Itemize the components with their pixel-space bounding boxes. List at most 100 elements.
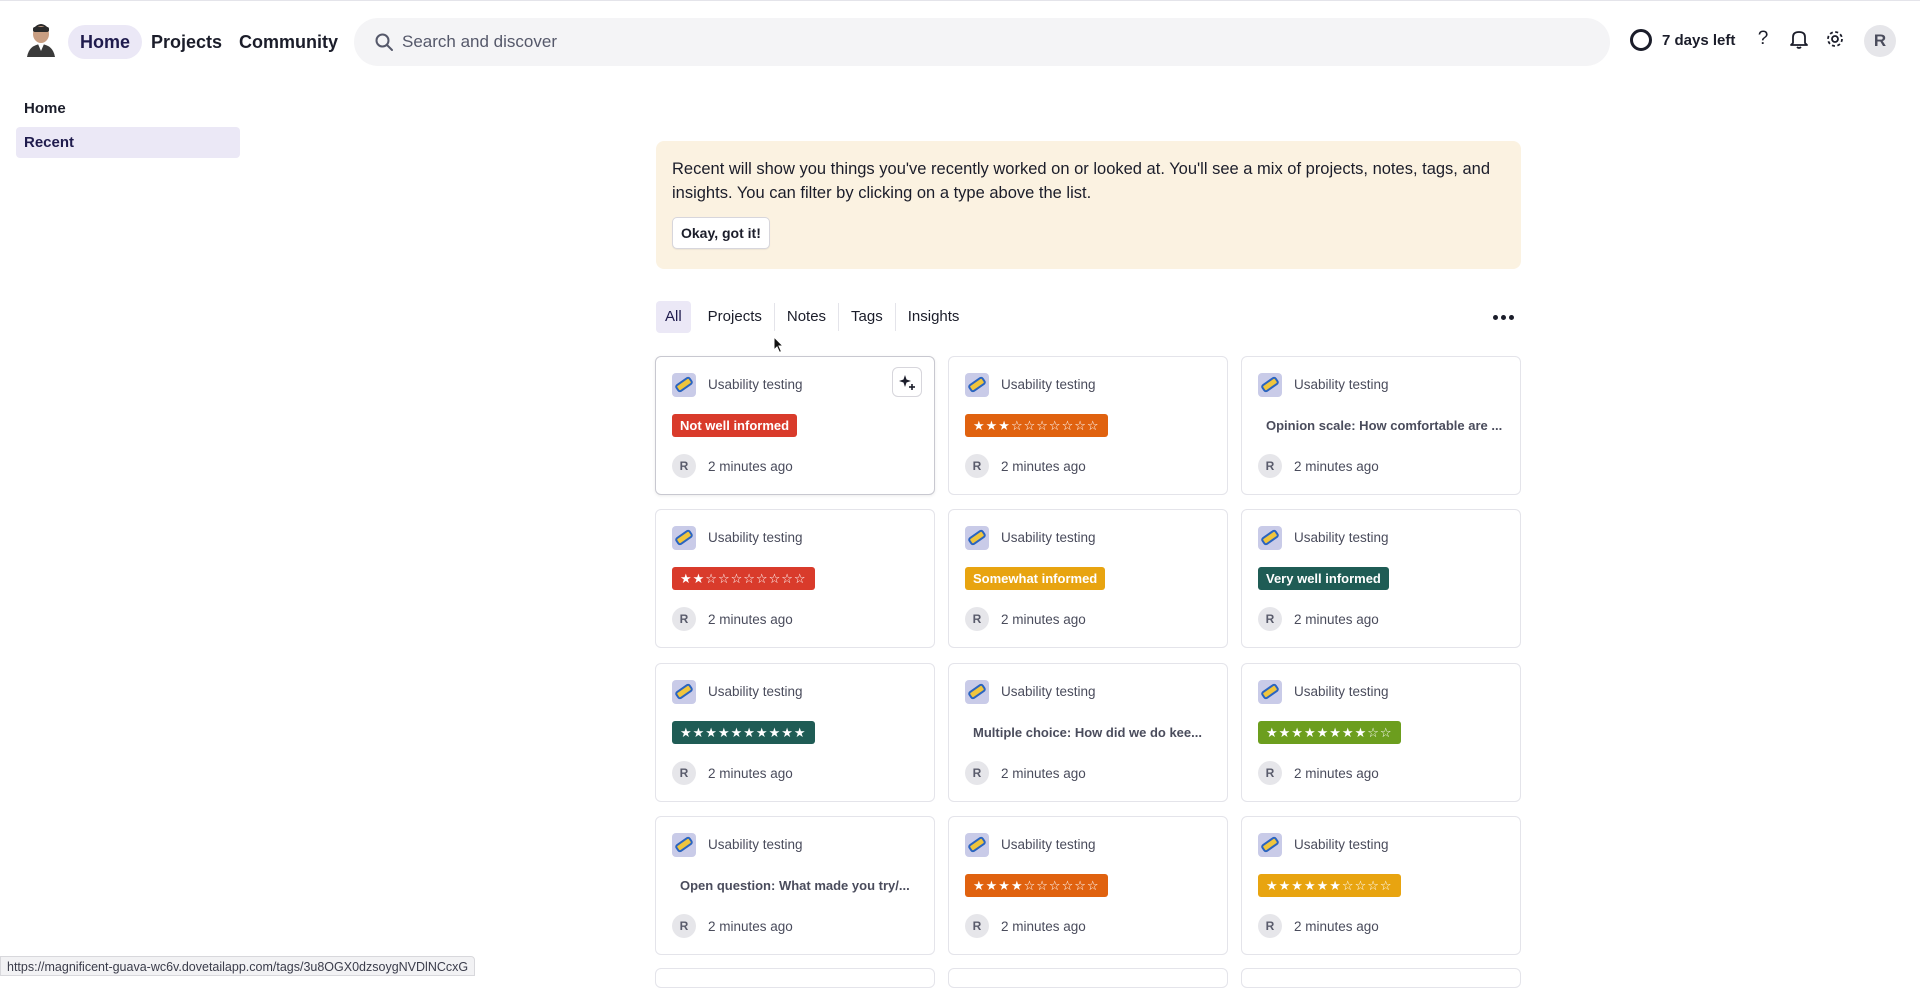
more-horizontal-icon[interactable] [1488, 304, 1518, 330]
timestamp: 2 minutes ago [1294, 612, 1379, 627]
author-avatar: R [965, 454, 989, 478]
tab-divider [773, 303, 775, 331]
timestamp: 2 minutes ago [1001, 459, 1086, 474]
user-avatar[interactable]: R [1864, 25, 1896, 57]
question-text: Multiple choice: How did we do kee... [973, 725, 1202, 740]
project-type-icon [672, 833, 696, 857]
search-bar[interactable] [354, 18, 1610, 66]
question-text: Opinion scale: How comfortable are ... [1266, 418, 1503, 433]
gear-icon[interactable] [1824, 28, 1846, 50]
project-name: Usability testing [1294, 684, 1389, 699]
sparkle-plus-icon[interactable] [892, 367, 922, 397]
list-item[interactable]: Usability testing Open question: What mad… [655, 816, 935, 955]
project-type-icon [1258, 526, 1282, 550]
author-avatar: R [672, 761, 696, 785]
tag-badge[interactable]: ★★☆☆☆☆☆☆☆☆ [672, 567, 815, 590]
workspace-avatar[interactable] [24, 21, 58, 57]
author-avatar: R [1258, 761, 1282, 785]
bell-icon[interactable] [1788, 28, 1810, 50]
author-avatar: R [1258, 914, 1282, 938]
tab-notes[interactable]: Notes [778, 301, 835, 333]
project-name: Usability testing [708, 530, 803, 545]
timestamp: 2 minutes ago [708, 459, 793, 474]
author-avatar: R [1258, 607, 1282, 631]
list-item[interactable]: Usability testing ★★★★☆☆☆☆☆☆ R 2 minutes ag… [948, 816, 1228, 955]
list-item[interactable]: Usability testing ★★☆☆☆☆☆☆☆☆ R 2 minutes ag… [655, 509, 935, 648]
tag-badge[interactable]: Not well informed [672, 414, 798, 437]
author-avatar: R [965, 761, 989, 785]
project-type-icon [1258, 373, 1282, 397]
list-item[interactable]: Usability testing Opinion scale: How comf… [1241, 356, 1521, 495]
tab-insights[interactable]: Insights [899, 301, 969, 333]
timestamp: 2 minutes ago [708, 612, 793, 627]
author-avatar: R [672, 607, 696, 631]
banner-text: Recent will show you things you've recen… [672, 160, 1490, 202]
timestamp: 2 minutes ago [708, 766, 793, 781]
list-item[interactable]: Usability testing ★★★★★★★★★★ R 2 minutes ag… [655, 663, 935, 802]
search-input[interactable] [402, 18, 1582, 66]
progress-ring-icon [1630, 29, 1652, 51]
project-type-icon [1258, 833, 1282, 857]
project-name: Usability testing [1001, 530, 1096, 545]
top-bar: Home Projects Community 7 days left ? R [0, 0, 1920, 80]
list-item[interactable] [948, 968, 1228, 988]
list-item[interactable]: Usability testing Multiple choice: How di… [948, 663, 1228, 802]
nav-home[interactable]: Home [68, 25, 143, 59]
list-item[interactable]: Usability testing Not well informed R 2 min… [655, 356, 935, 495]
project-name: Usability testing [1001, 684, 1096, 699]
timestamp: 2 minutes ago [1294, 459, 1379, 474]
tag-badge[interactable]: ★★★★★★☆☆☆☆ [1258, 874, 1401, 897]
tag-badge[interactable]: ★★★★☆☆☆☆☆☆ [965, 874, 1108, 897]
project-name: Usability testing [1294, 530, 1389, 545]
project-name: Usability testing [1001, 837, 1096, 852]
timestamp: 2 minutes ago [708, 919, 793, 934]
list-item[interactable]: Usability testing Somewhat informed R 2 min… [948, 509, 1228, 648]
tag-badge[interactable]: ★★★★★★★★☆☆ [1258, 721, 1401, 744]
project-name: Usability testing [708, 377, 803, 392]
list-item[interactable]: Usability testing Very well informed R 2 mi… [1241, 509, 1521, 648]
tab-divider [838, 303, 840, 331]
timestamp: 2 minutes ago [1294, 766, 1379, 781]
list-item[interactable]: Usability testing ★★★☆☆☆☆☆☆☆ R 2 minutes ag… [948, 356, 1228, 495]
trial-label: 7 days left [1662, 31, 1736, 49]
help-icon[interactable]: ? [1752, 28, 1774, 50]
sidebar-item-home[interactable]: Home [16, 93, 240, 124]
project-name: Usability testing [1294, 837, 1389, 852]
project-type-icon [672, 526, 696, 550]
tab-divider [894, 303, 896, 331]
project-type-icon [965, 373, 989, 397]
search-icon [374, 32, 394, 52]
project-type-icon [672, 680, 696, 704]
nav-community[interactable]: Community [227, 25, 350, 59]
status-bar-url: https://magnificent-guava-wc6v.dovetaila… [0, 956, 476, 976]
tab-tags[interactable]: Tags [842, 301, 892, 333]
question-text: Open question: What made you try/... [680, 878, 910, 893]
list-item[interactable] [1241, 968, 1521, 988]
list-item[interactable]: Usability testing ★★★★★★★★☆☆ R 2 minutes ag… [1241, 663, 1521, 802]
project-name: Usability testing [1001, 377, 1096, 392]
mouse-cursor-icon [773, 335, 785, 354]
project-type-icon [965, 526, 989, 550]
project-name: Usability testing [708, 684, 803, 699]
author-avatar: R [965, 607, 989, 631]
tag-badge[interactable]: Somewhat informed [965, 567, 1106, 590]
timestamp: 2 minutes ago [1001, 766, 1086, 781]
author-avatar: R [965, 914, 989, 938]
dismiss-button[interactable]: Okay, got it! [672, 217, 770, 249]
project-name: Usability testing [1294, 377, 1389, 392]
info-banner: Recent will show you things you've recen… [656, 141, 1521, 269]
sidebar-item-recent[interactable]: Recent [16, 127, 240, 158]
tab-projects[interactable]: Projects [699, 301, 771, 333]
tag-badge[interactable]: ★★★☆☆☆☆☆☆☆ [965, 414, 1108, 437]
tag-badge[interactable]: Very well informed [1258, 567, 1389, 590]
project-type-icon [965, 680, 989, 704]
tab-all[interactable]: All [656, 301, 691, 333]
trial-indicator[interactable]: 7 days left [1630, 27, 1735, 53]
tag-badge[interactable]: ★★★★★★★★★★ [672, 721, 815, 744]
author-avatar: R [672, 454, 696, 478]
nav-projects[interactable]: Projects [139, 25, 234, 59]
list-item[interactable]: Usability testing ★★★★★★☆☆☆☆ R 2 minutes ag… [1241, 816, 1521, 955]
timestamp: 2 minutes ago [1294, 919, 1379, 934]
author-avatar: R [672, 914, 696, 938]
list-item[interactable] [655, 968, 935, 988]
